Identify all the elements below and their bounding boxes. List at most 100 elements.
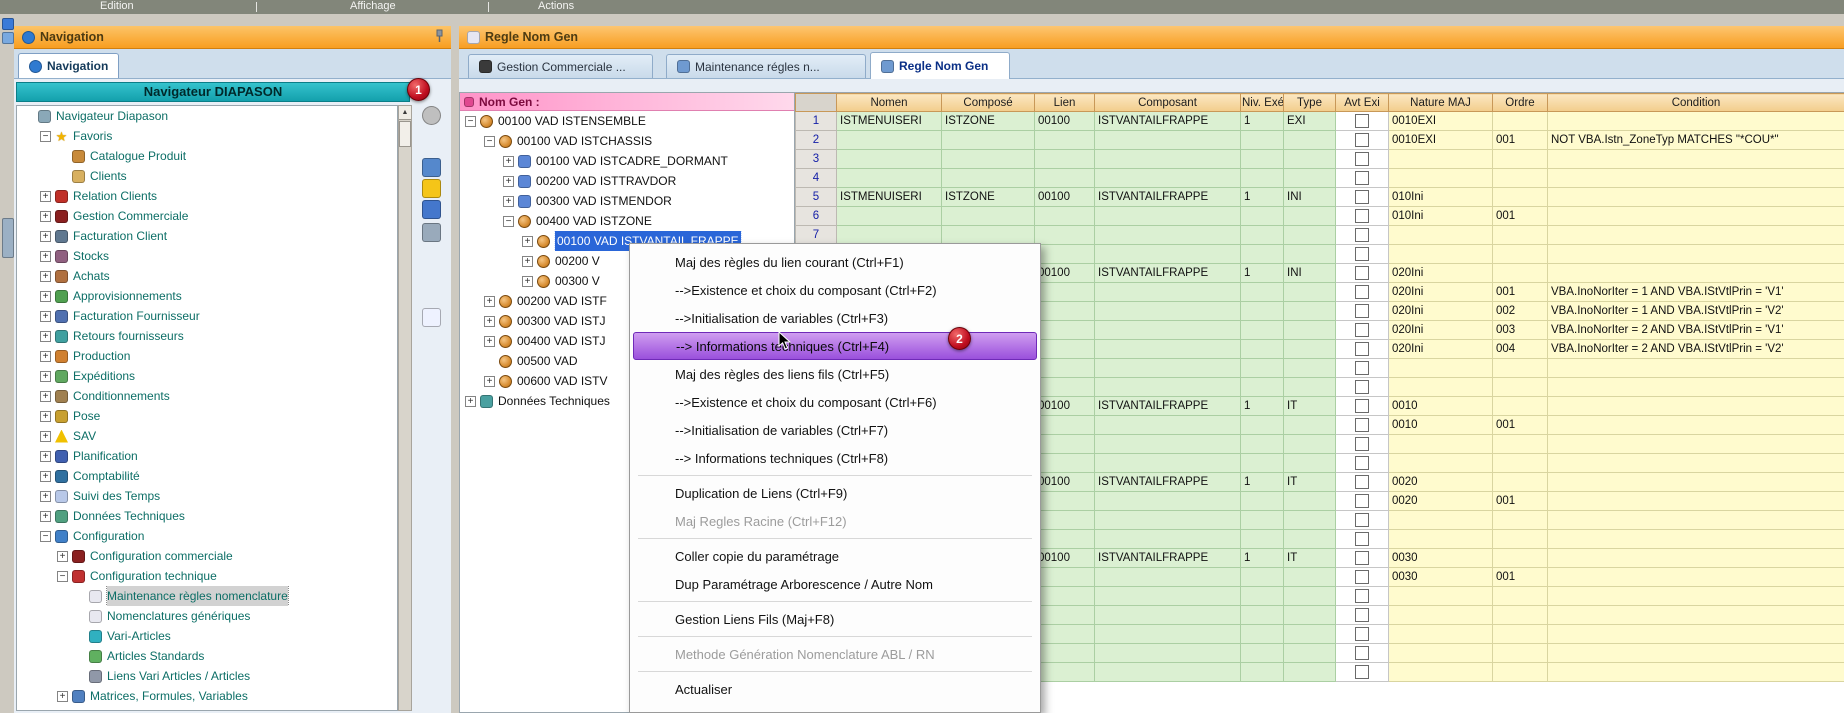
avt-exi-checkbox[interactable] (1355, 475, 1369, 489)
cell-composant[interactable] (1095, 302, 1241, 321)
cell-avt[interactable] (1336, 568, 1389, 587)
cell-lien[interactable] (1035, 511, 1095, 530)
cell-avt[interactable] (1336, 663, 1389, 682)
cell-composant[interactable] (1095, 150, 1241, 169)
cell-composant[interactable]: ISTVANTAILFRAPPE (1095, 473, 1241, 492)
avt-exi-checkbox[interactable] (1355, 570, 1369, 584)
cell-type[interactable] (1284, 226, 1336, 245)
cell-compose[interactable] (942, 207, 1035, 226)
star-icon[interactable] (422, 179, 441, 198)
cell-avt[interactable] (1336, 606, 1389, 625)
cell-composant[interactable] (1095, 454, 1241, 473)
cell-nature[interactable] (1389, 663, 1493, 682)
avt-exi-checkbox[interactable] (1355, 209, 1369, 223)
cell-lien[interactable]: 00100 (1035, 473, 1095, 492)
cell-nature[interactable]: 020Ini (1389, 283, 1493, 302)
avt-exi-checkbox[interactable] (1355, 114, 1369, 128)
tree-item[interactable]: Vari-Articles (17, 626, 397, 646)
cell-niv[interactable] (1241, 359, 1284, 378)
column-header-compose[interactable]: Composé (942, 94, 1035, 112)
cell-compose[interactable] (942, 169, 1035, 188)
column-header-num[interactable] (796, 94, 837, 112)
cell-type[interactable] (1284, 644, 1336, 663)
avt-exi-checkbox[interactable] (1355, 247, 1369, 261)
cell-ordre[interactable]: 003 (1493, 321, 1548, 340)
cell-cond[interactable] (1548, 587, 1844, 606)
cell-cond[interactable] (1548, 188, 1844, 207)
cell-avt[interactable] (1336, 340, 1389, 359)
cell-nature[interactable]: 010Ini (1389, 188, 1493, 207)
cell-lien[interactable] (1035, 663, 1095, 682)
cell-nature[interactable] (1389, 530, 1493, 549)
menu-item-methode-g-n-ration-nomenclature-abl-rn[interactable]: Methode Génération Nomenclature ABL / RN (633, 640, 1037, 668)
cell-num[interactable]: 4 (796, 169, 837, 188)
cell-num[interactable]: 3 (796, 150, 837, 169)
scroll-up-icon[interactable]: ▲ (399, 106, 411, 120)
expand-icon[interactable]: + (484, 336, 495, 347)
cell-num[interactable]: 6 (796, 207, 837, 226)
menu-item-initialisation-de-variables-ctrl-f3[interactable]: -->Initialisation de variables (Ctrl+F3) (633, 304, 1037, 332)
cell-cond[interactable] (1548, 625, 1844, 644)
cell-ordre[interactable] (1493, 454, 1548, 473)
tree-item[interactable]: +Production (17, 346, 397, 366)
cell-niv[interactable] (1241, 644, 1284, 663)
tree-item[interactable]: +Configuration commerciale (17, 546, 397, 566)
nav-tree-scrollbar[interactable]: ▲ (398, 105, 412, 711)
cell-niv[interactable] (1241, 625, 1284, 644)
cell-avt[interactable] (1336, 112, 1389, 131)
cell-nature[interactable] (1389, 359, 1493, 378)
tree-item[interactable]: −00100 VAD ISTENSEMBLE (460, 111, 794, 131)
collapse-icon[interactable]: − (503, 216, 514, 227)
cell-niv[interactable] (1241, 606, 1284, 625)
cell-nature[interactable]: 0010EXI (1389, 131, 1493, 150)
cell-nature[interactable]: 020Ini (1389, 321, 1493, 340)
cell-composant[interactable] (1095, 283, 1241, 302)
cell-cond[interactable] (1548, 511, 1844, 530)
expand-icon[interactable]: + (57, 711, 68, 712)
cell-type[interactable] (1284, 625, 1336, 644)
cell-ordre[interactable]: 001 (1493, 207, 1548, 226)
tree-item[interactable]: +Matrices, Formules, Variables (17, 686, 397, 706)
cell-niv[interactable]: 1 (1241, 473, 1284, 492)
cell-cond[interactable] (1548, 169, 1844, 188)
tree-item[interactable]: Clients (17, 166, 397, 186)
avt-exi-checkbox[interactable] (1355, 627, 1369, 641)
cell-ordre[interactable] (1493, 245, 1548, 264)
cell-niv[interactable] (1241, 378, 1284, 397)
tree-item[interactable]: + (17, 706, 397, 711)
cell-nature[interactable]: 020Ini (1389, 264, 1493, 283)
avt-exi-checkbox[interactable] (1355, 665, 1369, 679)
cell-nomen[interactable] (837, 150, 942, 169)
cell-composant[interactable]: ISTVANTAILFRAPPE (1095, 549, 1241, 568)
avt-exi-checkbox[interactable] (1355, 285, 1369, 299)
cell-nomen[interactable]: ISTMENUISERI (837, 188, 942, 207)
cell-cond[interactable]: NOT VBA.Istn_ZoneTyp MATCHES "*COU*" (1548, 131, 1844, 150)
docked-tab-icon[interactable] (2, 218, 14, 258)
cell-ordre[interactable]: 001 (1493, 416, 1548, 435)
avt-exi-checkbox[interactable] (1355, 228, 1369, 242)
collapse-icon[interactable]: − (57, 571, 68, 582)
cell-lien[interactable] (1035, 359, 1095, 378)
cell-type[interactable]: IT (1284, 397, 1336, 416)
cell-niv[interactable] (1241, 530, 1284, 549)
clock-24-icon[interactable] (422, 308, 441, 327)
avt-exi-checkbox[interactable] (1355, 437, 1369, 451)
cell-ordre[interactable] (1493, 625, 1548, 644)
column-header-ordre[interactable]: Ordre (1493, 94, 1548, 112)
cell-composant[interactable] (1095, 321, 1241, 340)
cell-type[interactable] (1284, 511, 1336, 530)
expand-icon[interactable]: + (503, 176, 514, 187)
cell-type[interactable] (1284, 131, 1336, 150)
cell-avt[interactable] (1336, 150, 1389, 169)
cell-nature[interactable] (1389, 150, 1493, 169)
cell-avt[interactable] (1336, 587, 1389, 606)
cell-type[interactable] (1284, 150, 1336, 169)
window-light-icon[interactable] (2, 32, 14, 44)
cell-nature[interactable] (1389, 245, 1493, 264)
cell-num[interactable]: 2 (796, 131, 837, 150)
avt-exi-checkbox[interactable] (1355, 513, 1369, 527)
avt-exi-checkbox[interactable] (1355, 399, 1369, 413)
cell-avt[interactable] (1336, 473, 1389, 492)
cell-cond[interactable]: VBA.InoNorIter = 1 AND VBA.IStVtlPrin = … (1548, 283, 1844, 302)
cell-composant[interactable] (1095, 435, 1241, 454)
